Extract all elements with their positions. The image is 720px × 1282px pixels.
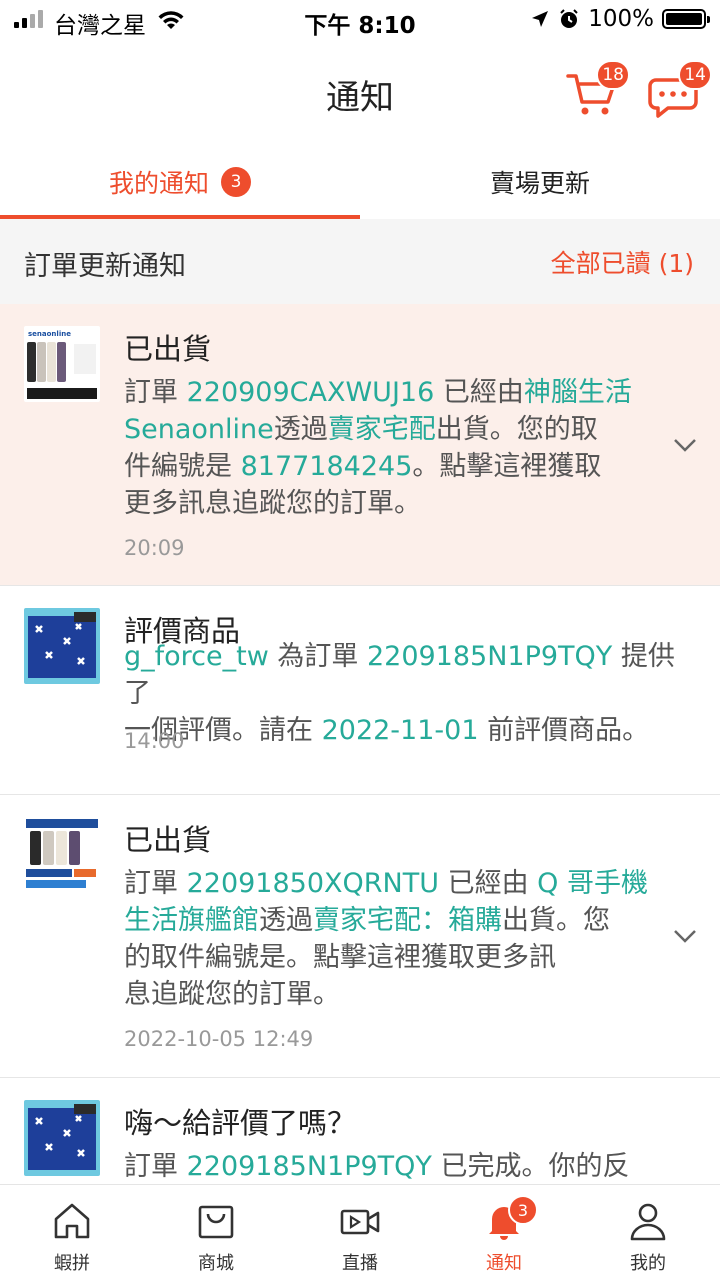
- body-text: 透過: [273, 414, 328, 445]
- body-text: 件編號是: [124, 451, 241, 482]
- body-text: 的取件編號是。點擊這裡獲取更多訊: [124, 942, 556, 973]
- nav-live[interactable]: 直播: [288, 1185, 432, 1282]
- battery-icon: [662, 9, 710, 29]
- body-text: 前評價商品。: [478, 715, 650, 746]
- product-thumbnail: [24, 817, 100, 893]
- highlight-link[interactable]: Q 哥手機: [537, 868, 648, 899]
- notification-body: 訂單 2209185N1P9TQY 已完成。你的反: [124, 1148, 664, 1184]
- notification-time: 2022-10-05 12:49: [124, 1027, 314, 1051]
- nav-label: 直播: [342, 1253, 378, 1274]
- body-text: 為訂單: [268, 641, 367, 672]
- tab-badge: 3: [221, 167, 251, 197]
- nav-badge: 3: [508, 1195, 538, 1225]
- body-line: 一個評價。請在 2022-11-01 前評價商品。: [124, 712, 694, 749]
- tab-label: 我的通知: [108, 169, 209, 198]
- notification-title: 嗨～給評價了嗎？: [124, 1106, 357, 1140]
- notification-body: g_force_tw 為訂單 2209185N1P9TQY 提供了 一個評價。請在…: [124, 638, 694, 749]
- highlight-link[interactable]: 2209185N1P9TQY: [187, 1151, 432, 1182]
- highlight-link[interactable]: 生活旗艦館: [124, 905, 259, 936]
- body-text: 更多訊息追蹤您的訂單。: [124, 488, 421, 519]
- highlight-link[interactable]: 220909CAXWUJ16: [187, 377, 435, 408]
- nav-label: 通知: [486, 1253, 522, 1274]
- body-line: 訂單 22091850XQRNTU 已經由 Q 哥手機: [124, 865, 664, 902]
- body-text: 訂單: [124, 1151, 187, 1182]
- tab-label: 賣場更新: [489, 169, 590, 198]
- profile-icon: [630, 1203, 666, 1241]
- live-video-icon: [340, 1209, 380, 1235]
- location-arrow-icon: [532, 11, 549, 27]
- nav-label: 商城: [198, 1253, 234, 1274]
- body-line: 訂單 220909CAXWUJ16 已經由神腦生活: [124, 374, 664, 411]
- nav-home[interactable]: 蝦拼: [0, 1185, 144, 1282]
- body-line: 息追蹤您的訂單。: [124, 976, 664, 1013]
- notification-time: 20:09: [124, 536, 185, 560]
- highlight-link[interactable]: 2022-11-01: [322, 715, 479, 746]
- nav-label: 蝦拼: [54, 1253, 90, 1274]
- nav-label: 我的: [630, 1253, 666, 1274]
- highlight-link[interactable]: 22091850XQRNTU: [187, 868, 439, 899]
- body-text: 息追蹤您的訂單。: [124, 979, 340, 1010]
- product-thumbnail: [24, 608, 100, 684]
- body-text: 透過: [259, 905, 313, 936]
- body-text: 已完成。你的反: [431, 1151, 630, 1182]
- notification-body: 訂單 220909CAXWUJ16 已經由神腦生活 Senaonline透過賣家宅…: [124, 374, 664, 522]
- alarm-icon: [560, 9, 578, 28]
- notification-body: 訂單 22091850XQRNTU 已經由 Q 哥手機 生活旗艦館透過賣家宅配：箱…: [124, 865, 664, 1013]
- top-header: 通知 18 14: [0, 40, 720, 145]
- svg-text:senaonline: senaonline: [28, 330, 71, 338]
- chevron-down-icon[interactable]: [672, 432, 698, 458]
- body-line: Senaonline透過賣家宅配出貨。您的取: [124, 411, 664, 448]
- nav-mall[interactable]: 商城: [144, 1185, 288, 1282]
- highlight-link[interactable]: Senaonline: [124, 414, 274, 445]
- mark-all-read-button[interactable]: 全部已讀 (1): [551, 244, 694, 280]
- highlight-link[interactable]: g_force_tw: [124, 641, 269, 672]
- body-line: 的取件編號是。點擊這裡獲取更多訊: [124, 939, 664, 976]
- highlight-link[interactable]: 神腦生活: [524, 377, 632, 408]
- section-title: 訂單更新通知: [24, 251, 186, 282]
- notification-item[interactable]: 評價商品 g_force_tw 為訂單 2209185N1P9TQY 提供了 一個…: [0, 586, 720, 795]
- body-text: 。點擊這裡獲取: [412, 451, 602, 482]
- chevron-down-icon[interactable]: [672, 923, 698, 949]
- body-line: 件編號是 8177184245。點擊這裡獲取: [124, 448, 664, 485]
- body-line: 更多訊息追蹤您的訂單。: [124, 485, 664, 522]
- section-header: 訂單更新通知 全部已讀 (1): [0, 219, 720, 304]
- body-text: 出貨。您的取: [435, 414, 598, 445]
- notification-item[interactable]: 已出貨 訂單 22091850XQRNTU 已經由 Q 哥手機 生活旗艦館透過賣家…: [0, 795, 720, 1078]
- body-text: 出貨。您: [502, 905, 610, 936]
- body-text: 訂單: [124, 377, 187, 408]
- tab-my-notifications[interactable]: 我的通知 3: [0, 145, 360, 219]
- body-text: 訂單: [124, 868, 187, 899]
- body-line: g_force_tw 為訂單 2209185N1P9TQY 提供了: [124, 638, 694, 712]
- highlight-link[interactable]: 8177184245: [241, 451, 413, 482]
- product-thumbnail: [24, 1100, 100, 1176]
- notification-item[interactable]: senaonline 已出貨 訂單 220909CAXWUJ16 已經由神腦生活…: [0, 304, 720, 586]
- body-text: 已經由: [438, 868, 538, 899]
- chat-button[interactable]: 14: [646, 60, 712, 122]
- nav-notifications[interactable]: 通知 3: [432, 1185, 576, 1282]
- tab-shop-updates[interactable]: 賣場更新: [360, 145, 720, 219]
- battery-percent: 100%: [588, 6, 654, 32]
- body-text: 已經由: [434, 377, 524, 408]
- notification-list: senaonline 已出貨 訂單 220909CAXWUJ16 已經由神腦生活…: [0, 304, 720, 1184]
- notification-title: 已出貨: [124, 332, 212, 366]
- product-thumbnail: senaonline: [24, 326, 100, 402]
- mall-bag-icon: [198, 1205, 234, 1239]
- notification-tabs: 我的通知 3 賣場更新: [0, 145, 720, 219]
- notification-title: 已出貨: [124, 823, 212, 857]
- cart-button[interactable]: 18: [564, 60, 630, 122]
- highlight-link[interactable]: 2209185N1P9TQY: [367, 641, 612, 672]
- status-bar: 台灣之星 下午 8:10 100%: [0, 0, 720, 40]
- nav-profile[interactable]: 我的: [576, 1185, 720, 1282]
- body-line: 生活旗艦館透過賣家宅配：箱購出貨。您: [124, 902, 664, 939]
- body-line: 訂單 2209185N1P9TQY 已完成。你的反: [124, 1148, 664, 1184]
- notification-time: 14:00: [124, 729, 185, 753]
- highlight-link[interactable]: 賣家宅配: [328, 414, 436, 445]
- home-icon: [54, 1203, 90, 1239]
- highlight-link[interactable]: 賣家宅配：箱購: [313, 905, 502, 936]
- chat-badge: 14: [678, 60, 712, 90]
- bottom-navigation: 蝦拼 商城 直播 通知 3 我的: [0, 1184, 720, 1282]
- notification-item[interactable]: 嗨～給評價了嗎？ 訂單 2209185N1P9TQY 已完成。你的反: [0, 1078, 720, 1184]
- cart-badge: 18: [596, 60, 630, 90]
